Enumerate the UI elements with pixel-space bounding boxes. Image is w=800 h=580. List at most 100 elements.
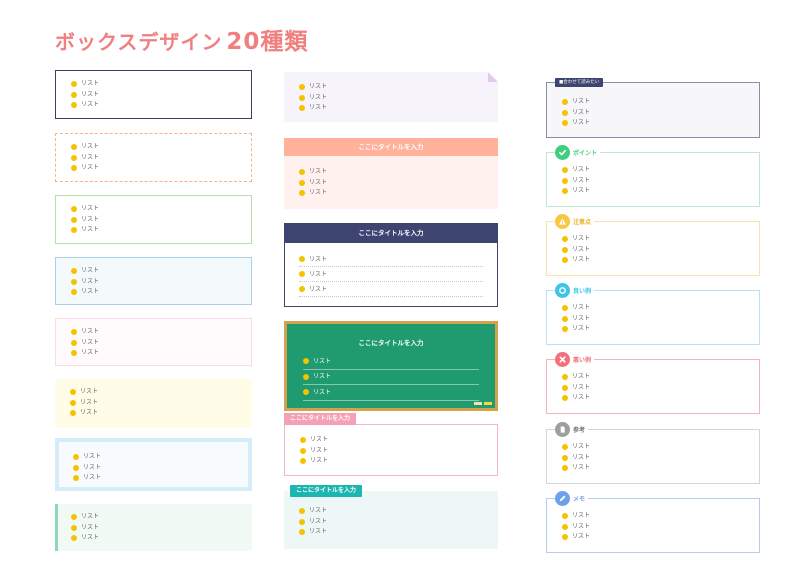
list-item: リスト (71, 79, 99, 90)
item-list: リスト リスト リスト (299, 252, 483, 297)
list-item: リスト (299, 188, 327, 199)
box-pink-tab: リスト リスト リスト (284, 424, 498, 476)
box-navy-header: ここにタイトルを入力 リスト リスト リスト (284, 223, 498, 307)
list-item: リスト (70, 387, 98, 398)
bullet-icon (71, 165, 77, 172)
list-item: リスト (299, 103, 327, 114)
list-item: リスト (73, 463, 101, 474)
box-title: ここにタイトルを入力 (285, 224, 497, 243)
bullet-icon (299, 94, 305, 101)
list-item: リスト (303, 385, 479, 401)
box-simple-border: リスト リスト リスト (55, 70, 252, 119)
chalk-icon (474, 402, 482, 405)
item-list: リスト リスト リスト (71, 327, 99, 359)
bullet-icon (562, 326, 568, 333)
bullet-icon (299, 529, 305, 536)
item-list: リスト リスト リスト (303, 354, 479, 401)
bullet-icon (303, 358, 309, 365)
list-item: リスト (71, 338, 99, 349)
list-item: リスト (562, 245, 590, 256)
bullet-icon (562, 246, 568, 253)
bullet-icon (562, 374, 568, 381)
box-title: ここにタイトルを入力 (358, 339, 424, 347)
list-item: リスト (300, 446, 328, 457)
list-item: リスト (73, 452, 101, 463)
list-item: リスト (71, 100, 99, 111)
list-item: リスト (71, 225, 99, 236)
list-item: リスト (562, 442, 590, 453)
bullet-icon (73, 454, 79, 461)
bullet-icon (299, 105, 305, 112)
bullet-icon (71, 514, 77, 521)
item-list: リスト リスト リスト (299, 167, 327, 199)
list-item: リスト (71, 277, 99, 288)
bullet-icon (562, 523, 568, 530)
bullet-icon (299, 190, 305, 197)
bullet-icon (300, 437, 306, 444)
list-item: リスト (562, 186, 590, 197)
list-item: リスト (562, 118, 590, 129)
list-item: リスト (562, 511, 590, 522)
good-label: 良い例 (573, 287, 592, 295)
item-list: リスト リスト リスト (299, 506, 327, 538)
box-teal-label: リスト リスト リスト (284, 491, 498, 549)
box-title: ここにタイトルを入力 (284, 138, 498, 156)
list-item: リスト (73, 473, 101, 484)
caution-label: 注意点 (573, 218, 592, 226)
list-item: リスト (71, 512, 99, 523)
list-item: リスト (299, 282, 483, 297)
box-caution: リスト リスト リスト (546, 221, 760, 276)
box-point: リスト リスト リスト (546, 152, 760, 207)
good-header: 良い例 (555, 282, 595, 298)
bullet-icon (562, 534, 568, 541)
bullet-icon (562, 315, 568, 322)
list-item: リスト (71, 348, 99, 359)
bullet-icon (71, 102, 77, 109)
bullet-icon (562, 109, 568, 116)
bullet-icon (71, 524, 77, 531)
document-icon (555, 421, 570, 437)
box-pink-tint: リスト リスト リスト (55, 318, 252, 366)
bullet-icon (562, 120, 568, 127)
list-item: リスト (562, 314, 590, 325)
box-reference: リスト リスト リスト (546, 429, 760, 484)
list-item: リスト (303, 354, 479, 370)
list-item: リスト (562, 522, 590, 533)
bullet-icon (299, 84, 305, 91)
page-title-text: ボックスデザイン (55, 30, 223, 54)
bullet-icon (562, 167, 568, 174)
caution-header: 注意点 (555, 213, 595, 229)
bullet-icon (71, 535, 77, 542)
warning-icon (555, 213, 570, 229)
item-list: リスト リスト リスト (300, 435, 328, 467)
list-item: リスト (300, 435, 328, 446)
list-item: リスト (71, 523, 99, 534)
box-chalkboard: ここにタイトルを入力 リスト リスト リスト (284, 321, 498, 411)
cross-icon (555, 351, 570, 367)
item-list: リスト リスト リスト (71, 512, 99, 544)
bullet-icon (71, 350, 77, 357)
bullet-icon (71, 227, 77, 234)
bullet-icon (562, 465, 568, 472)
bullet-icon (71, 278, 77, 285)
bullet-icon (562, 305, 568, 312)
item-list: リスト リスト リスト (562, 234, 590, 266)
list-item: リスト (562, 393, 590, 404)
point-label: ポイント (573, 149, 598, 157)
bullet-icon (303, 389, 309, 396)
read-also-label: ■合わせて読みたい (555, 78, 604, 87)
bullet-icon (71, 154, 77, 161)
item-list: リスト リスト リスト (562, 97, 590, 129)
list-item: リスト (71, 204, 99, 215)
item-list: リスト リスト リスト (562, 303, 590, 335)
point-header: ポイント (555, 144, 601, 160)
box-title-tab: ここにタイトルを入力 (284, 413, 357, 425)
bullet-icon (299, 508, 305, 515)
bullet-icon (562, 257, 568, 264)
bullet-icon (300, 447, 306, 454)
bullet-icon (71, 91, 77, 98)
list-item: リスト (562, 383, 590, 394)
list-item: リスト (71, 287, 99, 298)
list-item: リスト (562, 108, 590, 119)
list-item: リスト (299, 93, 327, 104)
